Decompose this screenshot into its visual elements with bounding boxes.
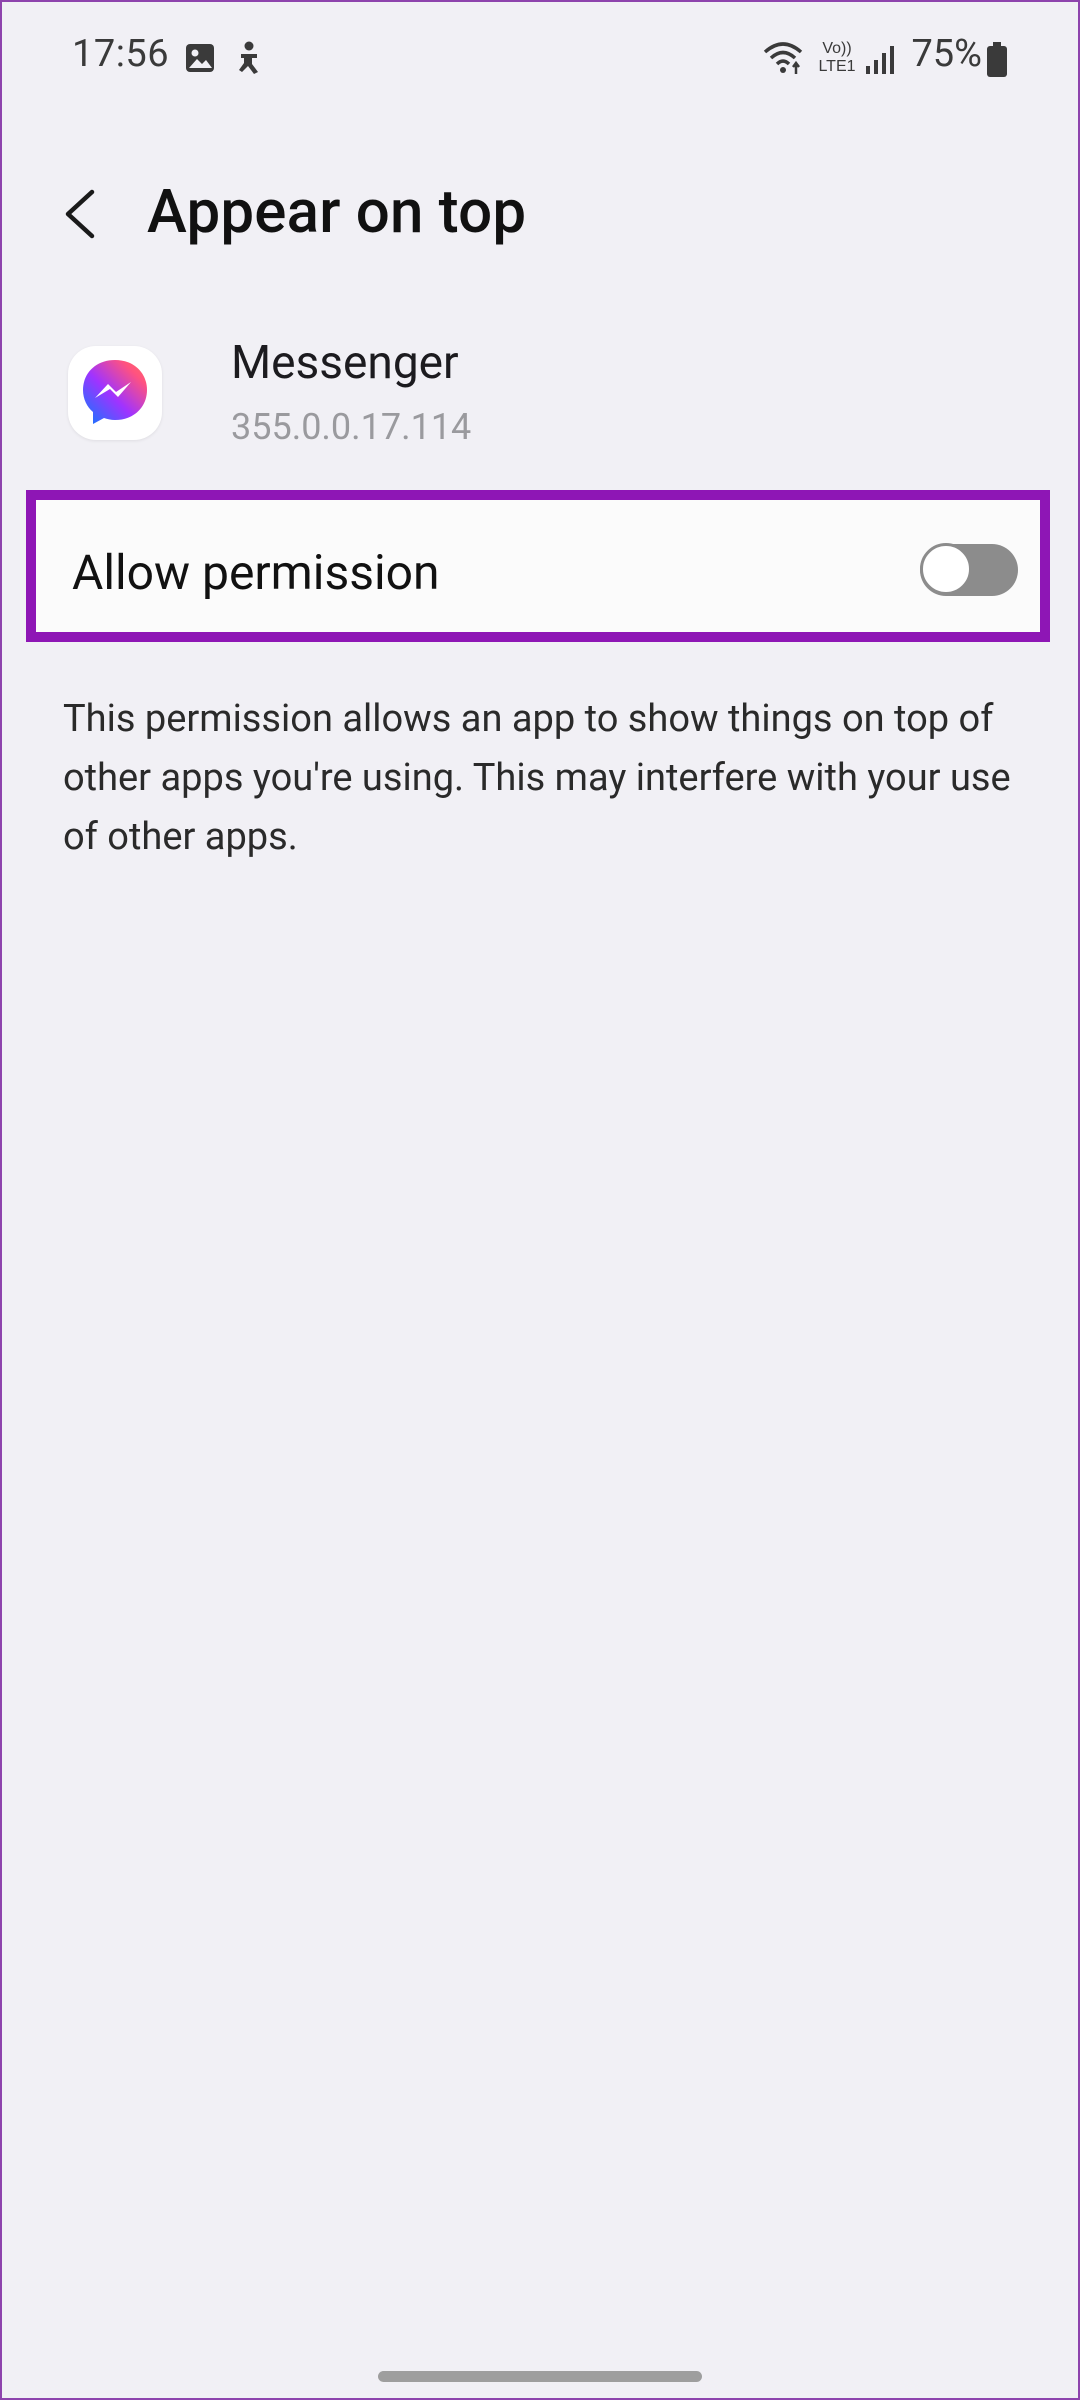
allow-permission-toggle[interactable] <box>920 543 1018 596</box>
accessibility-icon <box>239 41 258 74</box>
gesture-navigation-bar[interactable] <box>378 2371 702 2382</box>
battery-icon <box>987 42 1007 77</box>
volte-label: Vo)) <box>822 40 852 57</box>
gallery-icon <box>186 44 214 72</box>
signal-icon <box>866 46 894 74</box>
wifi-icon <box>763 42 803 74</box>
app-icon <box>68 346 162 440</box>
allow-permission-label: Allow permission <box>72 544 440 601</box>
screen-frame <box>0 0 1080 2400</box>
messenger-icon <box>83 360 147 424</box>
toggle-knob <box>920 543 972 595</box>
chevron-left-icon <box>65 189 95 239</box>
app-name: Messenger <box>231 336 459 390</box>
status-bar: 17:56 Vo)) LTE1 75% <box>0 0 1080 120</box>
back-button[interactable] <box>52 172 112 256</box>
allow-permission-row[interactable]: Allow permission <box>26 490 1050 642</box>
status-time: 17:56 <box>72 32 170 76</box>
app-version: 355.0.0.17.114 <box>231 406 472 448</box>
lte-label: LTE1 <box>818 58 856 75</box>
permission-description: This permission allows an app to show th… <box>63 697 1011 859</box>
page-title: Appear on top <box>147 176 527 247</box>
volte-lte-icon: Vo)) LTE1 <box>816 40 858 76</box>
battery-percent: 75% <box>911 32 982 76</box>
